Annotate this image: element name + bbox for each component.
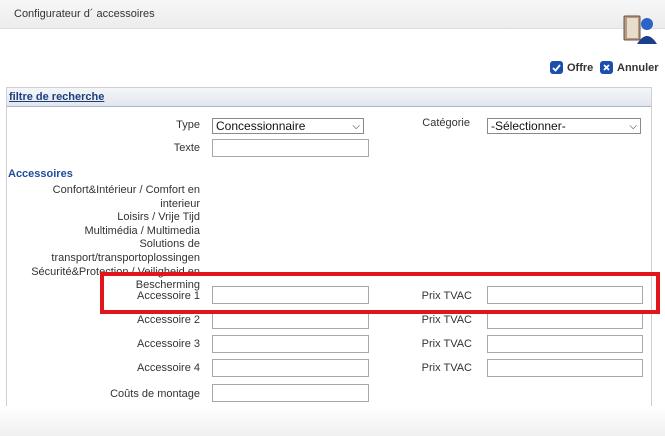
- categorie-label: Catégorie: [422, 117, 470, 129]
- prix-tvac-4-label: Prix TVAC: [421, 362, 472, 374]
- accessoire-4-input[interactable]: [212, 359, 369, 377]
- accessoires-section-title: Accessoires: [8, 168, 73, 180]
- annuler-label: Annuler: [617, 61, 659, 74]
- prix-tvac-3-label: Prix TVAC: [421, 338, 472, 350]
- texte-input[interactable]: [212, 139, 369, 157]
- couts-montage-label: Coûts de montage: [110, 388, 200, 400]
- categorie-select[interactable]: -Sélectionner- ⌵: [487, 118, 641, 134]
- page-footer-shade: [0, 406, 665, 436]
- close-x-icon: [600, 61, 613, 74]
- book-person-icon: [621, 10, 657, 46]
- accessoire-3-label: Accessoire 3: [137, 338, 200, 350]
- offre-label: Offre: [567, 61, 594, 74]
- offre-button[interactable]: Offre: [550, 61, 593, 74]
- accessory-category-item[interactable]: Multimédia / Multimedia: [10, 225, 200, 239]
- prix-tvac-4-input[interactable]: [487, 359, 643, 377]
- panel-title[interactable]: filtre de recherche: [9, 91, 104, 103]
- type-select[interactable]: Concessionnaire ⌵: [212, 118, 364, 134]
- accessory-category-item[interactable]: Confort&Intérieur / Comfort en interieur: [10, 184, 200, 211]
- texte-label: Texte: [173, 142, 200, 154]
- annuler-button[interactable]: Annuler: [600, 61, 659, 74]
- accessory-category-item[interactable]: Loisirs / Vrije Tijd: [10, 211, 200, 225]
- prix-tvac-3-input[interactable]: [487, 335, 643, 353]
- type-label: Type: [176, 119, 200, 131]
- categorie-select-value: -Sélectionner-: [491, 119, 566, 133]
- accessoire-3-input[interactable]: [212, 335, 369, 353]
- couts-montage-input[interactable]: [212, 384, 369, 402]
- chevron-down-icon: ⌵: [629, 121, 637, 132]
- highlight-box: [100, 272, 660, 314]
- panel-header: filtre de recherche: [7, 88, 651, 107]
- check-circle-icon: [550, 61, 563, 74]
- type-select-value: Concessionnaire: [216, 119, 306, 133]
- accessoire-2-label: Accessoire 2: [137, 314, 200, 326]
- accessory-category-item[interactable]: Solutions de transport/transportoplossin…: [10, 238, 200, 265]
- prix-tvac-2-label: Prix TVAC: [421, 314, 472, 326]
- app-title: Configurateur d´ accessoires: [14, 8, 155, 20]
- accessoire-4-label: Accessoire 4: [137, 362, 200, 374]
- title-bar: Configurateur d´ accessoires: [0, 0, 665, 29]
- chevron-down-icon: ⌵: [352, 121, 360, 132]
